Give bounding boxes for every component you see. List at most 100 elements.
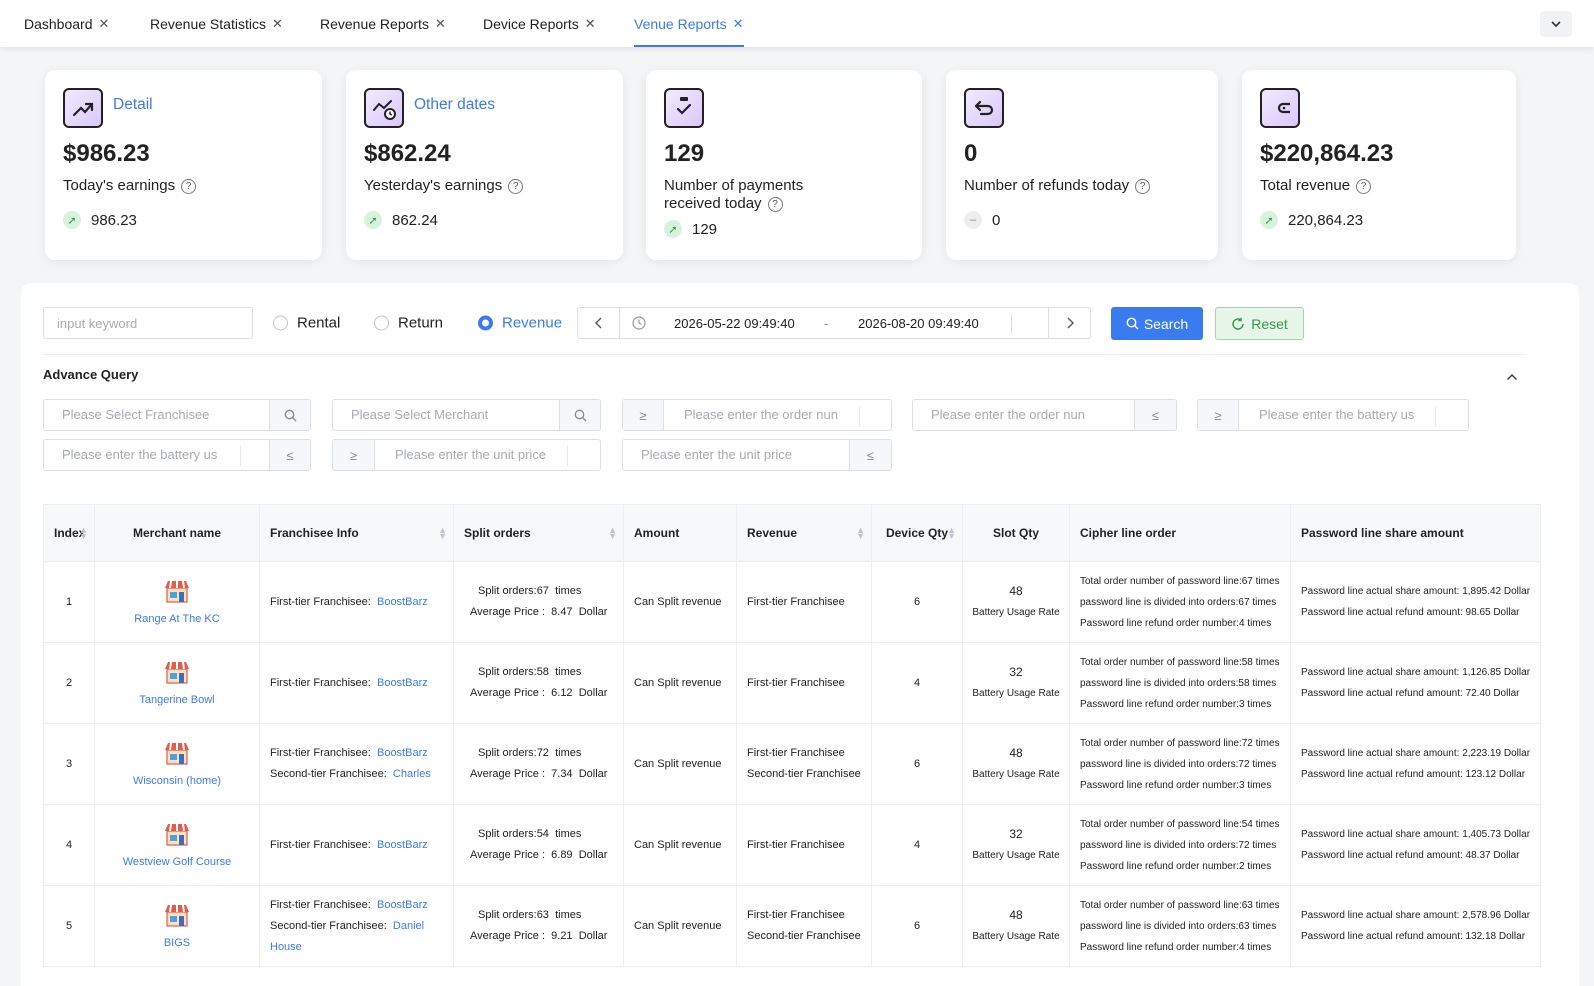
date-range-picker[interactable]: 2026-05-22 09:49:40 - 2026-08-20 09:49:4… (577, 307, 1091, 339)
revenue-first-tier: First-tier Franchisee (747, 909, 845, 921)
col-header-device-qty[interactable]: Device Qty ▲ ▼ (871, 504, 963, 562)
sort-icon[interactable]: ▲ ▼ (438, 526, 447, 541)
col-header-index[interactable]: Index ▲ ▼ (43, 504, 95, 562)
other-dates-link[interactable]: Other dates (414, 96, 495, 114)
cell-revenue: First-tier Franchisee (736, 804, 872, 886)
battery-min-input[interactable]: ≥ Please enter the battery us (1197, 399, 1469, 431)
divider (859, 406, 860, 426)
second-tier-franchisee-link[interactable]: Charles (393, 768, 431, 780)
merchant-link[interactable]: Range At The KC (95, 611, 259, 627)
merchant-select[interactable]: Please Select Merchant (332, 399, 601, 431)
sort-icon[interactable]: ▲ ▼ (79, 526, 88, 541)
revenue-second-tier: Second-tier Franchisee (747, 768, 861, 780)
tab-device-reports[interactable]: Device Reports ✕ (483, 0, 596, 47)
card-yesterdays-earnings: Other dates $862.24 Yesterday's earnings… (346, 70, 623, 260)
cell-amount: Can Split revenue (623, 804, 737, 886)
cell-device-qty: 6 (871, 561, 963, 643)
merchant-link[interactable]: Tangerine Bowl (95, 692, 259, 708)
cell-index: 5 (43, 885, 95, 967)
close-icon[interactable]: ✕ (99, 16, 110, 32)
radio-rental[interactable]: Rental (273, 315, 340, 332)
order-min-placeholder: Please enter the order nun (684, 407, 838, 422)
le-symbol: ≤ (849, 440, 891, 470)
first-tier-franchisee-link[interactable]: BoostBarz (377, 899, 428, 911)
sort-icon[interactable]: ▲ ▼ (947, 526, 956, 541)
first-tier-franchisee-link[interactable]: BoostBarz (377, 747, 428, 759)
date-start[interactable]: 2026-05-22 09:49:40 (674, 316, 795, 331)
le-symbol: ≤ (1134, 400, 1176, 430)
tabs-dropdown-button[interactable] (1540, 11, 1572, 37)
first-tier-franchisee-link[interactable]: BoostBarz (377, 839, 428, 851)
dash-icon: – (964, 211, 982, 229)
help-icon[interactable]: ? (1135, 179, 1151, 194)
prev-range-button[interactable] (578, 308, 620, 338)
merchant-link[interactable]: Westview Golf Course (95, 854, 259, 870)
tab-dashboard[interactable]: Dashboard ✕ (24, 0, 109, 47)
close-icon[interactable]: ✕ (272, 16, 283, 32)
cell-split-orders: Split orders:58 times Average Price : 6.1… (453, 642, 624, 724)
order-max-input[interactable]: Please enter the order nun ≤ (912, 399, 1177, 431)
radio-return[interactable]: Return (374, 315, 443, 332)
sort-icon[interactable]: ▲ ▼ (608, 526, 617, 541)
arrow-up-icon: ➚ (63, 211, 81, 229)
card-label: Number of payments received today? (664, 177, 804, 212)
cell-split-orders: Split orders:67 times Average Price : 8.4… (453, 561, 624, 643)
card-value: $986.23 (63, 140, 150, 167)
cell-password-share: Password line actual share amount: 2,223… (1290, 723, 1541, 805)
cell-merchant: Westview Golf Course (94, 804, 260, 886)
help-icon[interactable]: ? (181, 179, 197, 194)
store-icon (165, 580, 189, 603)
close-icon[interactable]: ✕ (435, 16, 446, 32)
radio-circle (478, 315, 493, 331)
search-icon[interactable] (559, 400, 600, 430)
tab-label: Revenue Statistics (150, 15, 266, 32)
clipboard-check-icon (664, 88, 704, 128)
col-header-split-orders[interactable]: Split orders ▲ ▼ (453, 504, 624, 562)
help-icon[interactable]: ? (767, 197, 783, 212)
detail-link[interactable]: Detail (113, 96, 153, 114)
tab-label: Dashboard (24, 15, 93, 32)
close-icon[interactable]: ✕ (585, 16, 596, 32)
order-min-input[interactable]: ≥ Please enter the order nun (622, 399, 892, 431)
close-icon[interactable]: ✕ (733, 16, 744, 32)
next-range-button[interactable] (1048, 308, 1090, 338)
search-button-label: Search (1143, 315, 1189, 332)
first-tier-franchisee-link[interactable]: BoostBarz (377, 677, 428, 689)
first-tier-franchisee-link[interactable]: BoostBarz (377, 596, 428, 608)
trend-up-icon (63, 88, 103, 128)
chevron-up-icon[interactable] (1506, 369, 1518, 384)
card-value: $220,864.23 (1260, 140, 1394, 167)
merchant-link[interactable]: Wisconsin (home) (95, 773, 259, 789)
date-end[interactable]: 2026-08-20 09:49:40 (858, 316, 979, 331)
merchant-link[interactable]: BIGS (95, 935, 259, 951)
reset-button[interactable]: Reset (1215, 307, 1304, 340)
revenue-first-tier: First-tier Franchisee (747, 595, 845, 608)
tab-venue-reports[interactable]: Venue Reports ✕ (634, 0, 744, 47)
tab-revenue-reports[interactable]: Revenue Reports ✕ (320, 0, 446, 47)
card-label: Number of refunds today? (964, 177, 1224, 195)
help-icon[interactable]: ? (508, 179, 524, 194)
sort-icon[interactable]: ▲ ▼ (856, 526, 865, 541)
search-button[interactable]: Search (1111, 307, 1203, 340)
chevron-down-icon (1551, 21, 1561, 28)
franchisee-select[interactable]: Please Select Franchisee (43, 399, 311, 431)
tab-revenue-statistics[interactable]: Revenue Statistics ✕ (150, 0, 283, 47)
reset-button-label: Reset (1251, 315, 1288, 332)
cell-index: 2 (43, 642, 95, 724)
radio-circle (273, 315, 288, 331)
search-icon[interactable] (269, 400, 310, 430)
battery-max-input[interactable]: Please enter the battery us ≤ (43, 439, 311, 471)
keyword-input[interactable]: input keyword (43, 307, 253, 339)
help-icon[interactable]: ? (1356, 179, 1372, 194)
cell-device-qty: 6 (871, 885, 963, 967)
radio-label: Revenue (502, 314, 563, 332)
col-header-revenue[interactable]: Revenue ▲ ▼ (736, 504, 872, 562)
divider (43, 354, 1526, 355)
price-max-input[interactable]: Please enter the unit price ≤ (622, 439, 892, 471)
cell-amount: Can Split revenue (623, 642, 737, 724)
ge-symbol: ≥ (1198, 400, 1239, 430)
radio-revenue[interactable]: Revenue (478, 315, 562, 332)
card-trend: ➚ 129 (664, 220, 717, 238)
price-min-input[interactable]: ≥ Please enter the unit price (332, 439, 601, 471)
col-header-franchisee[interactable]: Franchisee Info ▲ ▼ (259, 504, 454, 562)
